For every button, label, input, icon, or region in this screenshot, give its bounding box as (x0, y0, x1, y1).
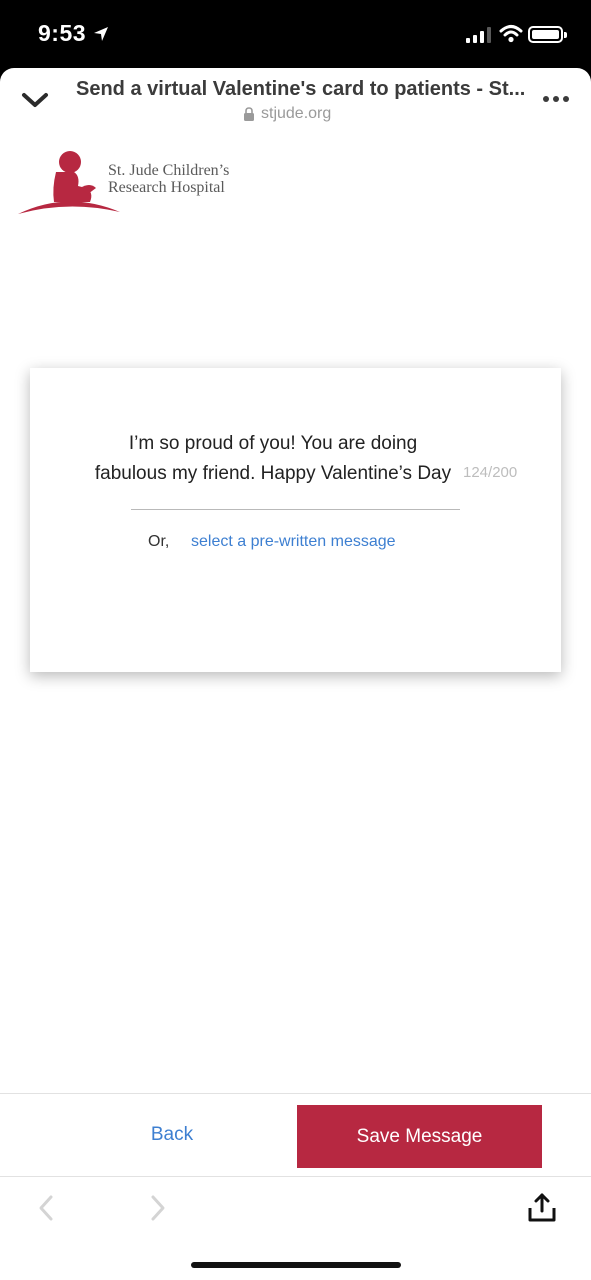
page-title: Send a virtual Valentine's card to patie… (76, 78, 526, 100)
wifi-icon (499, 25, 523, 43)
browser-sheet: Send a virtual Valentine's card to patie… (0, 68, 591, 1280)
status-bar: 9:53 (0, 0, 591, 70)
save-message-button[interactable]: Save Message (297, 1105, 542, 1168)
input-underline (131, 509, 460, 510)
location-arrow-icon (94, 27, 108, 41)
lock-icon (244, 107, 254, 121)
browser-toolbar (0, 1178, 591, 1258)
home-indicator[interactable] (191, 1262, 401, 1268)
chevron-down-icon[interactable] (20, 88, 50, 112)
browser-header: Send a virtual Valentine's card to patie… (0, 68, 591, 130)
message-card: I’m so proud of you! You are doing fabul… (30, 368, 561, 672)
chevron-right-icon[interactable] (148, 1194, 168, 1222)
action-bar: Back Save Message (0, 1093, 591, 1177)
more-icon[interactable] (543, 96, 569, 102)
page-url[interactable]: stjude.org (243, 105, 331, 123)
logo-text: St. Jude Children’s Research Hospital (108, 162, 229, 196)
url-text: stjude.org (261, 105, 332, 122)
back-button[interactable]: Back (120, 1124, 224, 1146)
logo-line-2: Research Hospital (108, 179, 225, 196)
message-input[interactable]: I’m so proud of you! You are doing fabul… (58, 429, 488, 489)
or-label: Or, (148, 533, 170, 550)
signal-icon (466, 27, 491, 43)
logo-line-1: St. Jude Children’s (108, 162, 230, 179)
message-line-2: fabulous my friend. Happy Valentine’s Da… (94, 463, 452, 484)
message-line-1: I’m so proud of you! You are doing (128, 433, 418, 454)
chevron-left-icon[interactable] (36, 1194, 56, 1222)
char-counter: 124/200 (463, 464, 518, 481)
st-jude-logo[interactable]: St. Jude Children’s Research Hospital (18, 148, 258, 218)
status-time: 9:53 (38, 20, 87, 46)
share-icon[interactable] (526, 1192, 558, 1224)
battery-icon (528, 26, 567, 43)
prewritten-message-link[interactable]: select a pre-written message (191, 533, 396, 551)
